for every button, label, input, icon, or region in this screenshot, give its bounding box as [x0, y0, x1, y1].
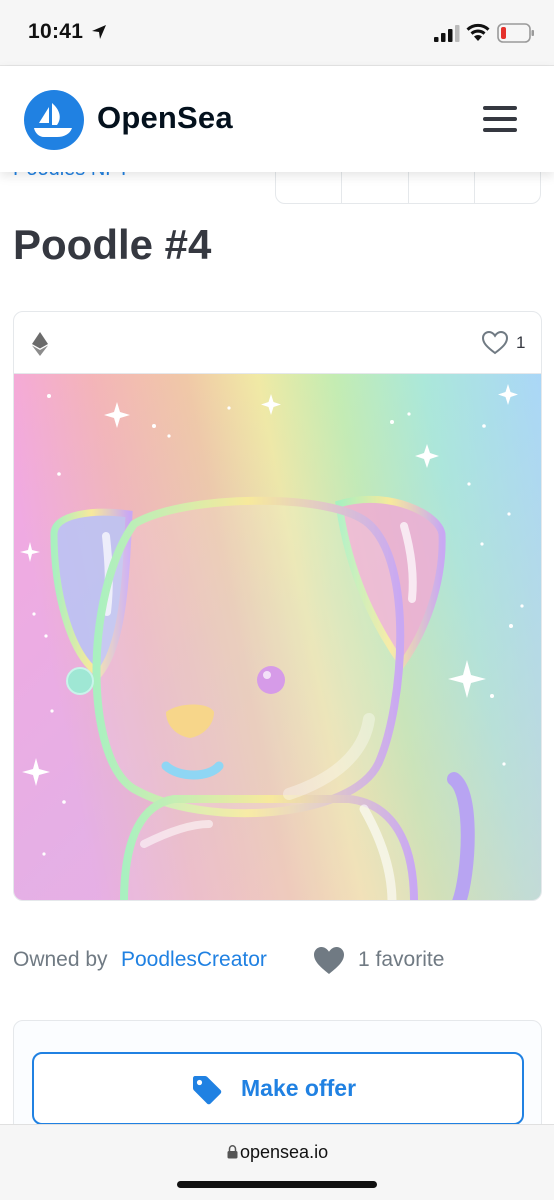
wifi-icon — [466, 23, 490, 41]
home-indicator[interactable] — [177, 1181, 377, 1188]
lock-icon — [227, 1145, 238, 1159]
url-text: opensea.io — [240, 1142, 329, 1162]
heart-filled-icon — [314, 947, 344, 974]
battery-low-icon — [497, 23, 534, 43]
price-tag-icon — [193, 1076, 222, 1105]
site-header: OpenSea — [0, 66, 554, 172]
opensea-logo-icon[interactable] — [24, 90, 84, 150]
make-offer-button[interactable]: Make offer — [32, 1052, 524, 1125]
hamburger-menu-icon[interactable] — [480, 104, 520, 134]
owned-by-label: Owned by — [13, 948, 108, 971]
nft-artwork-image[interactable] — [14, 374, 542, 901]
location-arrow-icon — [92, 25, 106, 39]
status-time: 10:41 — [28, 20, 84, 43]
item-card: 1 — [13, 311, 542, 901]
favorite-count: 1 — [516, 333, 526, 352]
make-offer-label: Make offer — [241, 1075, 357, 1101]
card-header: 1 — [14, 312, 541, 374]
owner-link[interactable]: PoodlesCreator — [121, 948, 267, 972]
heart-outline-icon[interactable] — [482, 331, 508, 355]
brand-name[interactable]: OpenSea — [97, 100, 233, 136]
browser-address-bar[interactable]: opensea.io — [0, 1124, 554, 1200]
cellular-signal-icon — [434, 25, 460, 42]
favorites-count-label: 1 favorite — [358, 948, 445, 971]
ethereum-icon — [32, 332, 48, 356]
item-title: Poodle #4 — [13, 221, 212, 268]
status-bar: 10:41 — [0, 0, 554, 66]
